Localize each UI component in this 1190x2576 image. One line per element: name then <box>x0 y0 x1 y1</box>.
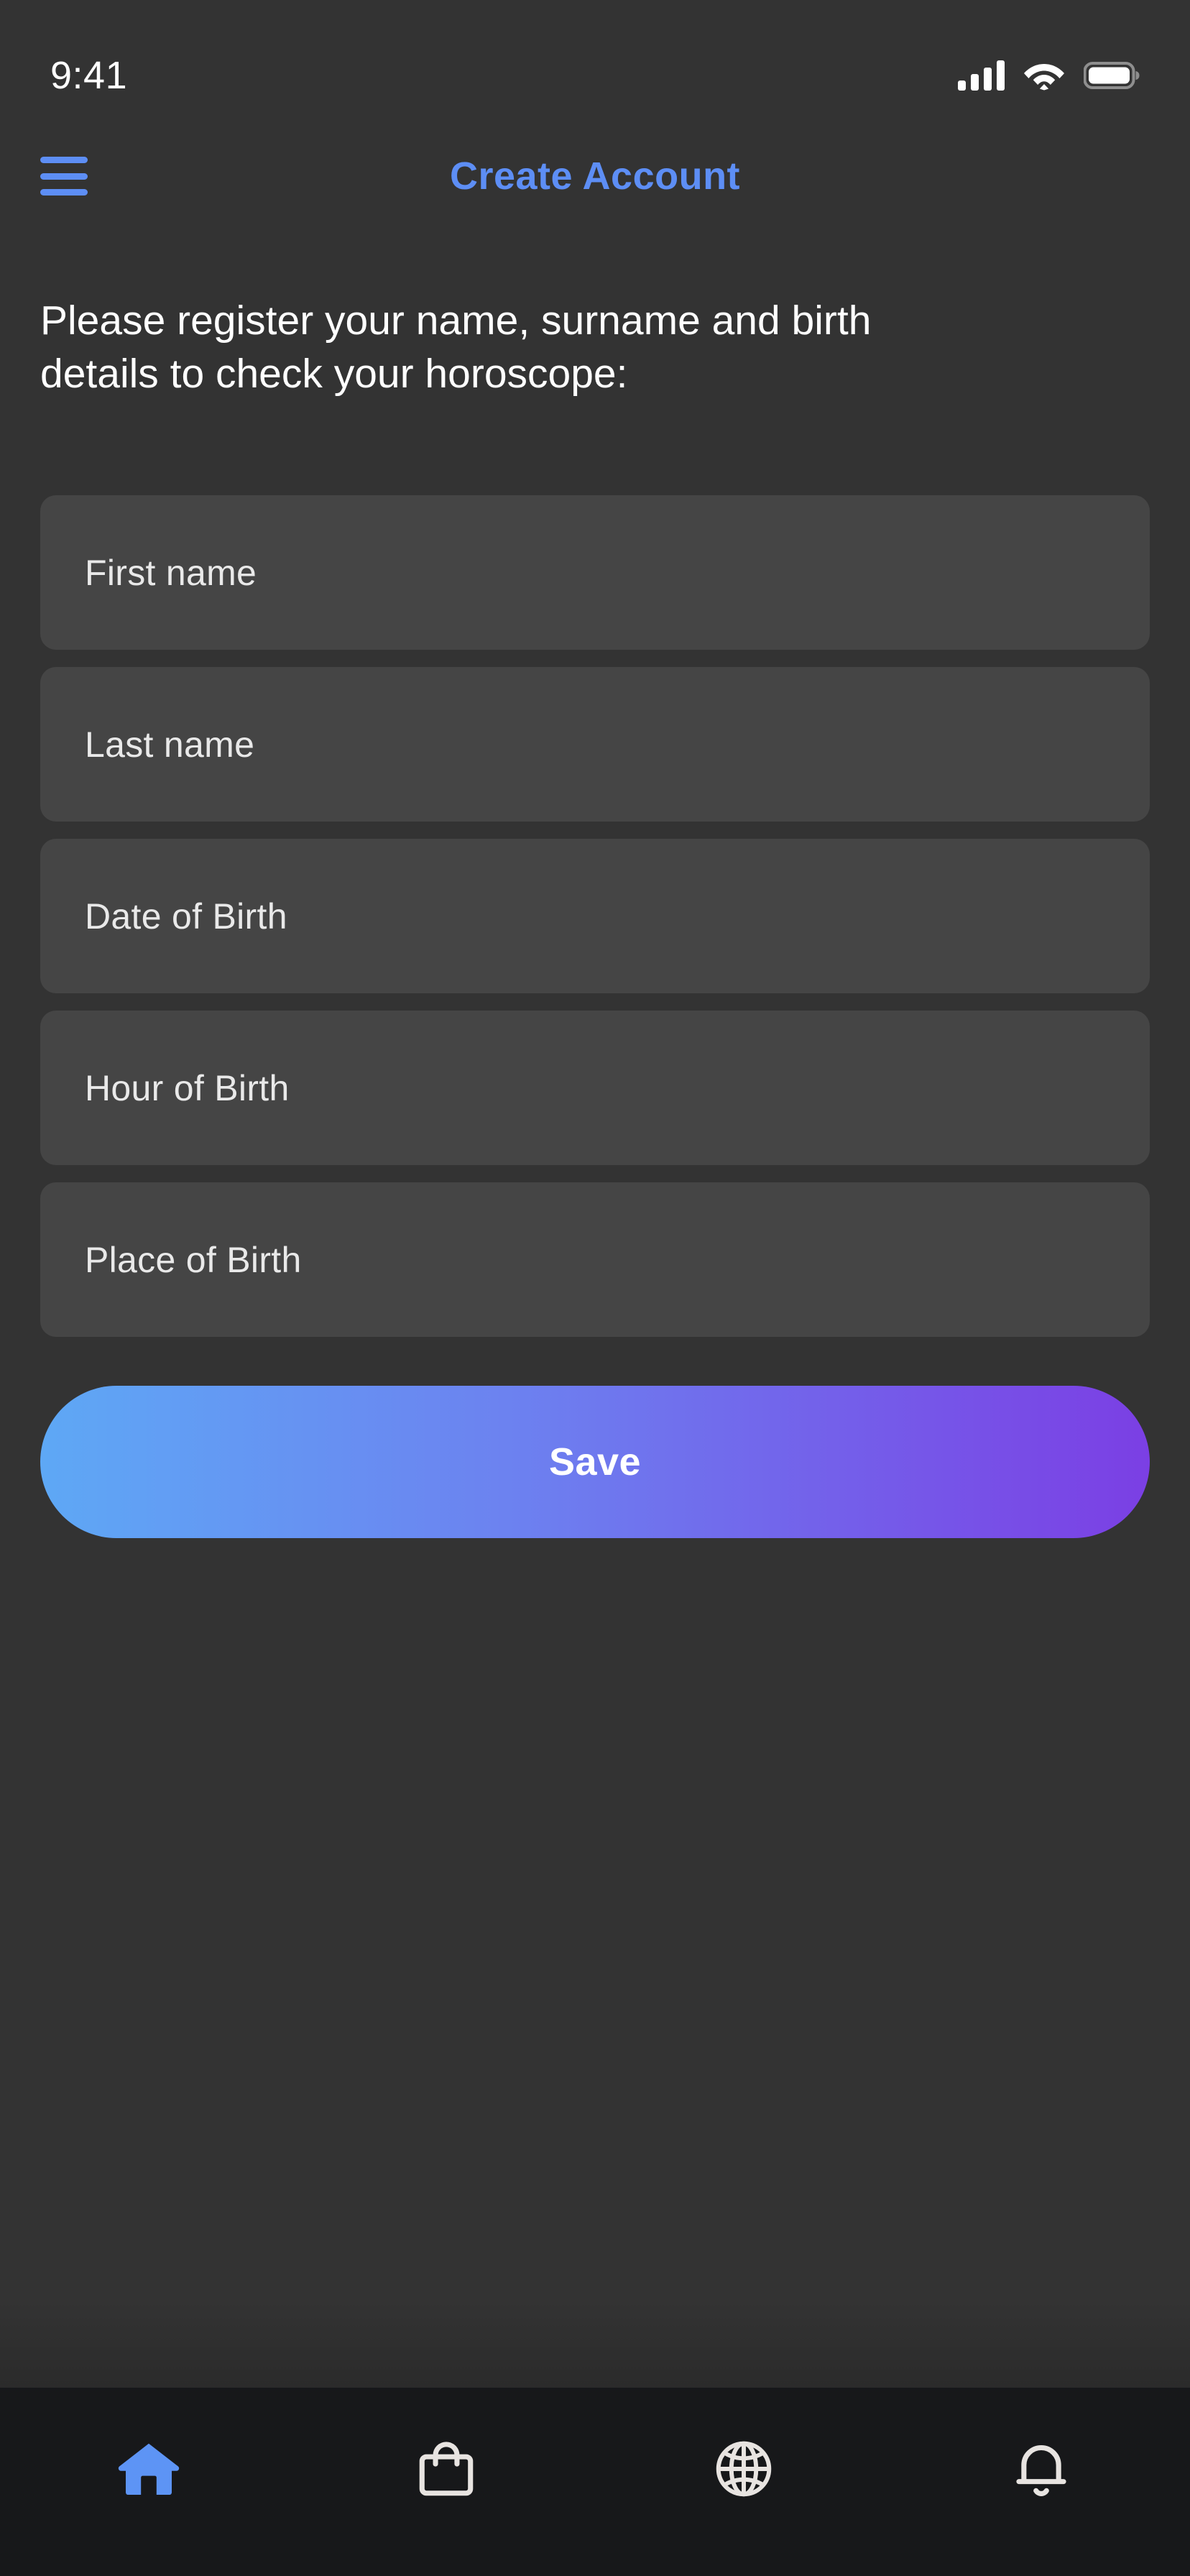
field-last-name[interactable]: Last name <box>40 667 1150 822</box>
status-time: 9:41 <box>50 54 128 97</box>
registration-form: First name Last name Date of Birth Hour … <box>40 495 1150 1338</box>
nav-shop[interactable] <box>374 2411 518 2526</box>
field-label-place-of-birth: Place of Birth <box>85 1239 302 1280</box>
bottom-navigation-bar <box>0 2388 1190 2576</box>
field-label-last-name: Last name <box>85 724 255 765</box>
shopping-bag-icon <box>419 2442 474 2496</box>
nav-home[interactable] <box>77 2411 221 2526</box>
nav-fade-divider <box>0 2301 1190 2388</box>
page-title: Create Account <box>449 155 741 198</box>
save-button[interactable]: Save <box>40 1386 1150 1539</box>
field-hour-of-birth[interactable]: Hour of Birth <box>40 1011 1150 1166</box>
battery-full-icon <box>1084 62 1140 89</box>
intro-text: Please register your name, surname and b… <box>40 298 872 397</box>
field-date-of-birth[interactable]: Date of Birth <box>40 839 1150 994</box>
field-first-name[interactable]: First name <box>40 495 1150 650</box>
main-content: Please register your name, surname and b… <box>0 230 1190 2301</box>
hamburger-menu-icon[interactable] <box>40 157 88 196</box>
nav-globe[interactable] <box>672 2411 816 2526</box>
field-label-hour-of-birth: Hour of Birth <box>85 1067 290 1108</box>
nav-notifications[interactable] <box>969 2411 1113 2526</box>
field-place-of-birth[interactable]: Place of Birth <box>40 1182 1150 1338</box>
status-bar: 9:41 <box>0 0 1190 122</box>
wifi-icon <box>1024 64 1064 91</box>
phone-screen: 9:41 Create Account Please register your… <box>0 0 1190 2576</box>
app-header: Create Account <box>0 122 1190 230</box>
bell-icon <box>1016 2445 1066 2496</box>
home-icon <box>118 2443 180 2495</box>
cellular-signal-icon <box>958 60 1005 91</box>
field-label-date-of-birth: Date of Birth <box>85 896 287 937</box>
field-label-first-name: First name <box>85 552 257 593</box>
status-icons <box>958 60 1140 91</box>
globe-icon <box>716 2441 772 2497</box>
